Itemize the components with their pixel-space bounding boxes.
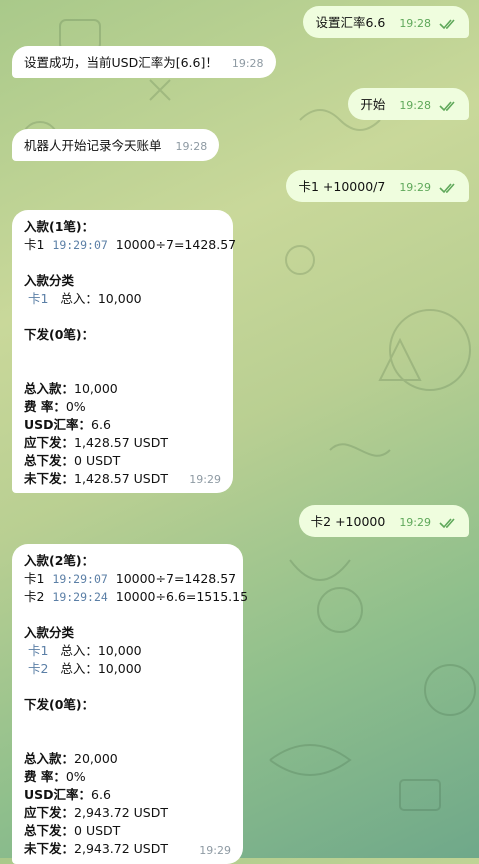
summary-fee: 费 率：0% [24,398,221,416]
summary-value: 2,943.72 USDT [74,805,168,820]
summary-due: 应下发：1,428.57 USDT [24,434,221,452]
summary-label: 总下发： [24,823,75,838]
summary-label: 总下发： [24,453,75,468]
summary-fee: 费 率：0% [24,768,231,786]
deposit-calc: 10000÷7=1428.57 [115,571,237,586]
deposit-time: 19:29:07 [52,572,108,586]
payout-title: 下发(0笔)： [24,697,95,712]
deposit-time: 19:29:24 [52,590,108,604]
deposit-time: 19:29:07 [52,238,108,252]
summary-value: 10,000 [74,381,118,396]
category-row: 卡2 总入：10,000 [24,660,231,678]
summary-label: 未下发： [24,471,75,486]
summary-value: 0% [65,399,86,414]
message-outgoing[interactable]: 卡1 +10000/7 19:29 [286,170,469,202]
category-title: 入款分类 [24,273,75,288]
message-time: 19:29 [399,181,432,194]
category-total: 总入：10,000 [60,643,142,658]
category-card-link[interactable]: 卡1 [28,291,48,306]
message-time: 19:29 [199,844,231,857]
category-total: 总入：10,000 [60,661,142,676]
summary-label: USD汇率： [24,417,92,432]
message-text: 开始 [360,97,386,112]
message-time: 19:28 [175,140,208,153]
category-card-link[interactable]: 卡2 [28,661,48,676]
message-text: 设置成功，当前USD汇率为[6.6]！ [24,55,218,70]
double-check-icon [439,517,455,528]
summary-due: 应下发：2,943.72 USDT [24,804,231,822]
summary-label: USD汇率： [24,787,92,802]
message-outgoing[interactable]: 卡2 +10000 19:29 [298,505,469,537]
message-text: 卡2 +10000 [310,514,386,529]
deposit-row: 卡1 19:29:07 10000÷7=1428.57 [24,570,236,588]
summary-label: 应下发： [24,805,75,820]
message-text: 设置汇率6.6 [315,15,386,30]
message-time: 19:28 [399,99,432,112]
bill-message[interactable]: 入款(2笔)： 卡1 19:29:07 10000÷7=1428.57 卡2 1… [12,544,248,864]
summary-paid: 总下发：0 USDT [24,822,231,840]
deposit-card: 卡1 [24,237,45,252]
summary-label: 费 率： [24,769,66,784]
message-text: 卡1 +10000/7 [298,179,386,194]
message-outgoing[interactable]: 开始 19:28 [348,88,469,120]
payout-title: 下发(0笔)： [24,327,95,342]
message-time: 19:29 [399,516,432,529]
summary-value: 6.6 [91,787,111,802]
double-check-icon [439,18,455,29]
summary-label: 未下发： [24,841,75,856]
summary-total-in: 总入款：20,000 [24,750,231,768]
summary-total-in: 总入款：10,000 [24,380,221,398]
deposit-calc: 10000÷7=1428.57 [115,237,237,252]
deposit-title: 入款(2笔)： [24,553,95,568]
summary-value: 2,943.72 USDT [74,841,168,856]
summary-label: 费 率： [24,399,66,414]
summary-label: 总入款： [24,381,75,396]
summary-value: 6.6 [91,417,111,432]
message-outgoing[interactable]: 设置汇率6.6 19:28 [303,6,469,38]
category-card-link[interactable]: 卡1 [28,643,48,658]
summary-value: 1,428.57 USDT [74,435,168,450]
deposit-row: 卡1 19:29:07 10000÷7=1428.57 [24,236,236,254]
summary-paid: 总下发：0 USDT [24,452,221,470]
deposit-calc: 10000÷6.6=1515.15 [115,589,249,604]
summary-label: 应下发： [24,435,75,450]
summary-value: 0 USDT [74,823,121,838]
summary-rate: USD汇率：6.6 [24,786,231,804]
message-time: 19:28 [399,17,432,30]
summary-value: 20,000 [74,751,118,766]
category-total: 总入：10,000 [60,291,142,306]
summary-value: 1,428.57 USDT [74,471,168,486]
category-row: 卡1 总入：10,000 [24,290,221,308]
message-time: 19:29 [189,473,221,486]
summary-rate: USD汇率：6.6 [24,416,221,434]
deposit-row: 卡2 19:29:24 10000÷6.6=1515.15 [24,588,248,606]
message-time: 19:28 [231,57,264,70]
category-title: 入款分类 [24,625,75,640]
deposit-card: 卡2 [24,589,45,604]
message-incoming[interactable]: 设置成功，当前USD汇率为[6.6]！ 19:28 [12,46,276,78]
message-incoming[interactable]: 机器人开始记录今天账单 19:28 [12,129,220,161]
category-row: 卡1 总入：10,000 [24,642,231,660]
double-check-icon [439,100,455,111]
summary-label: 总入款： [24,751,75,766]
bill-message[interactable]: 入款(1笔)： 卡1 19:29:07 10000÷7=1428.57 入款分类… [12,210,236,493]
deposit-title: 入款(1笔)： [24,219,95,234]
message-text: 机器人开始记录今天账单 [24,138,162,153]
summary-value: 0 USDT [74,453,121,468]
double-check-icon [439,182,455,193]
summary-value: 0% [65,769,86,784]
deposit-card: 卡1 [24,571,45,586]
